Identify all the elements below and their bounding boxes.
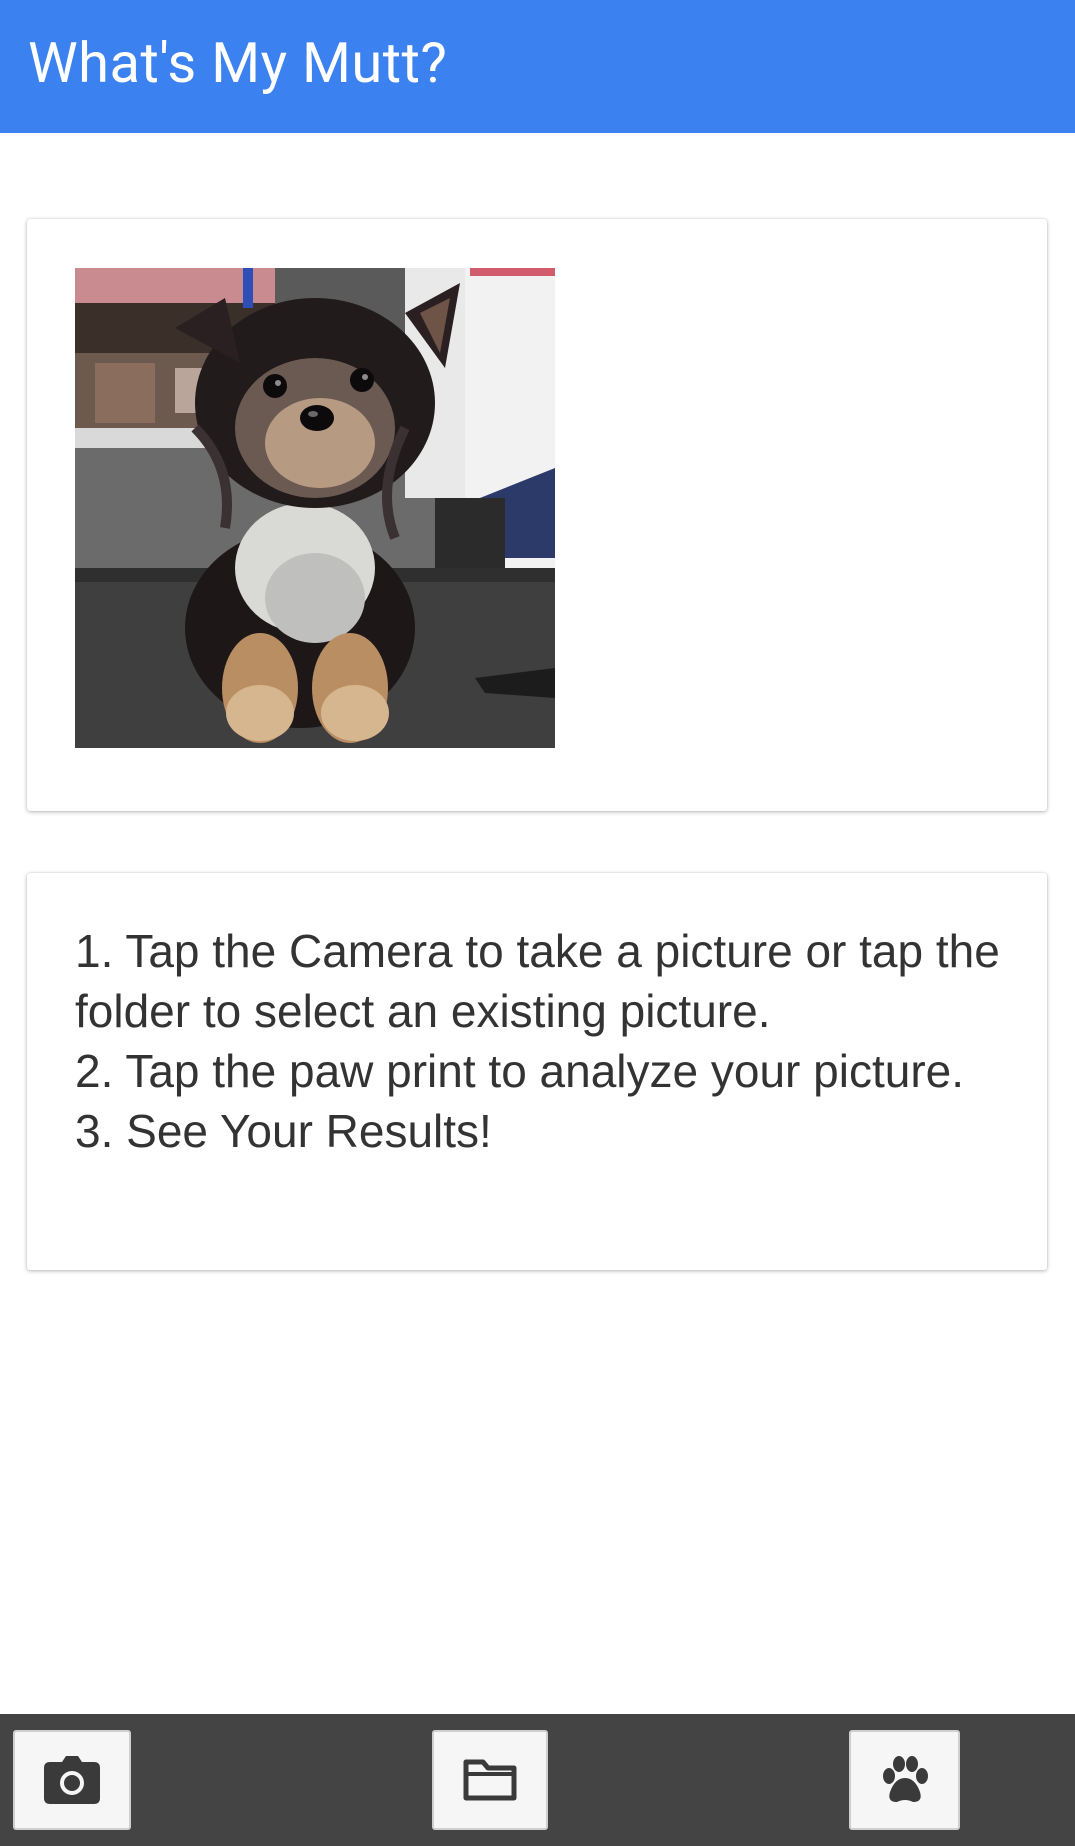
instruction-step-1: 1. Tap the Camera to take a picture or t…	[75, 925, 1000, 1037]
bottom-toolbar	[0, 1714, 1075, 1846]
dog-photo-illustration	[75, 268, 555, 748]
dog-photo[interactable]	[75, 268, 555, 748]
camera-icon	[44, 1756, 100, 1804]
folder-button[interactable]	[432, 1730, 548, 1830]
app-title: What's My Mutt?	[28, 30, 448, 96]
instruction-step-2: 2. Tap the paw print to analyze your pic…	[75, 1045, 965, 1097]
app-screen: What's My Mutt? 1. Tap the Camera to tak…	[0, 0, 1075, 1846]
photo-card	[27, 219, 1047, 811]
instructions-text: 1. Tap the Camera to take a picture or t…	[75, 921, 1005, 1161]
camera-button[interactable]	[13, 1730, 131, 1830]
paw-button[interactable]	[849, 1730, 960, 1830]
folder-icon	[463, 1759, 517, 1801]
instructions-card: 1. Tap the Camera to take a picture or t…	[27, 873, 1047, 1270]
paw-icon	[882, 1756, 928, 1802]
app-bar: What's My Mutt?	[0, 0, 1075, 133]
instruction-step-3: 3. See Your Results!	[75, 1105, 492, 1157]
